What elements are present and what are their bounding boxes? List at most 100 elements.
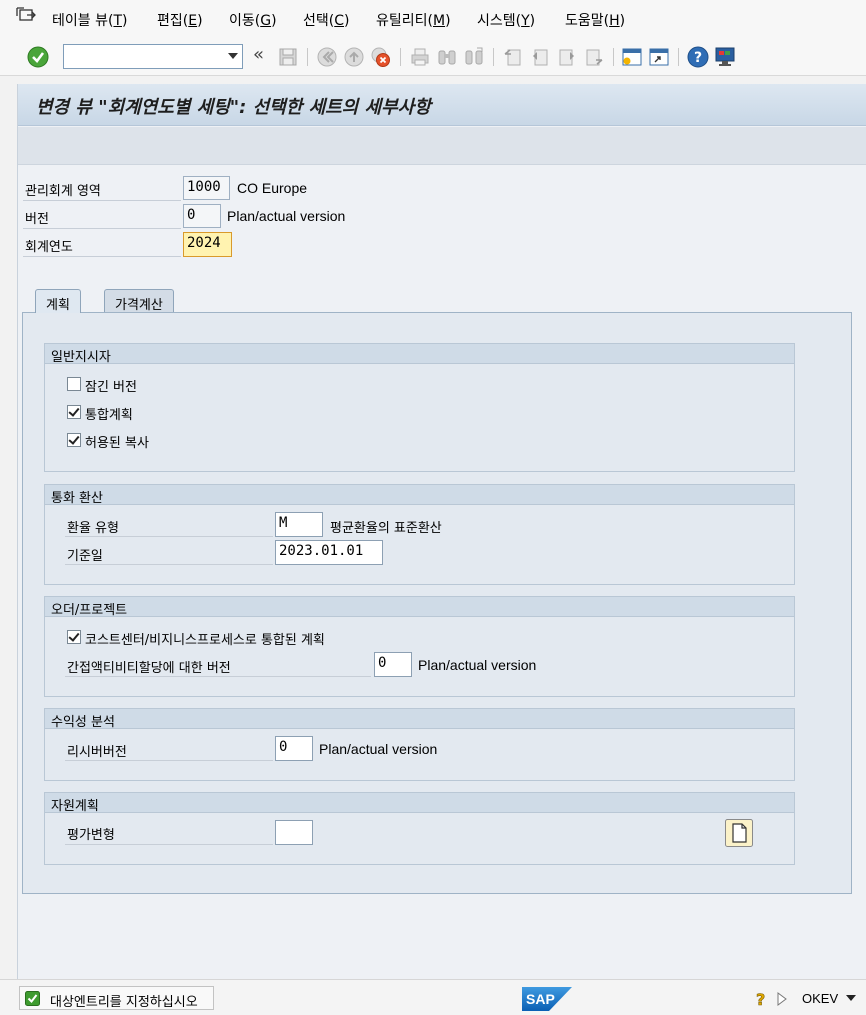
label-underline: [23, 228, 181, 229]
next-page-icon[interactable]: [556, 46, 578, 68]
label-underline: [65, 844, 273, 845]
application-toolbar: [18, 127, 866, 165]
valuation-variant-field[interactable]: [275, 820, 313, 845]
cancel-icon[interactable]: [370, 46, 392, 68]
menu-system[interactable]: 시스템(Y): [477, 10, 535, 30]
find-next-icon[interactable]: [463, 46, 485, 68]
copy-allowed-checkbox[interactable]: [67, 433, 81, 447]
label-underline: [65, 760, 273, 761]
toolbar-separator: [678, 48, 679, 66]
tab-planning[interactable]: 계획: [35, 289, 81, 313]
page-title: 변경 뷰 "회계연도별 세팅": 선택한 세트의 세부사항: [36, 97, 431, 118]
document-icon[interactable]: [725, 819, 753, 847]
locked-version-label: 잠긴 버전: [85, 380, 137, 395]
reference-date-label: 기준일: [67, 549, 103, 564]
shortcut-icon[interactable]: [648, 46, 670, 68]
valuation-variant-label: 평가변형: [67, 828, 115, 843]
system-dropdown-icon[interactable]: [846, 995, 856, 1001]
tab-content-planning: 일반지시자 잠긴 버전 통합계획 허용된 복사 통화 환산 환율 유형 M 평균…: [22, 312, 852, 894]
find-icon[interactable]: [436, 46, 458, 68]
help-key-icon[interactable]: ?: [754, 990, 770, 1008]
integrated-cost-center-checkbox[interactable]: [67, 630, 81, 644]
print-icon[interactable]: [409, 46, 431, 68]
collapse-command-icon[interactable]: «: [253, 44, 264, 65]
reference-date-field[interactable]: 2023.01.01: [275, 540, 383, 565]
copy-allowed-label: 허용된 복사: [85, 436, 149, 451]
group-currency-translation: 통화 환산 환율 유형 M 평균환율의 표준환산 기준일 2023.01.01: [44, 484, 795, 585]
command-dropdown-icon[interactable]: [228, 53, 238, 59]
group-title: 자원계획: [51, 799, 99, 814]
svg-text:?: ?: [756, 990, 765, 1008]
back-icon[interactable]: [316, 46, 338, 68]
menu-exit-icon[interactable]: [16, 6, 38, 26]
screen-area: 변경 뷰 "회계연도별 세팅": 선택한 세트의 세부사항 관리회계 영역 10…: [17, 84, 866, 979]
toolbar-separator: [400, 48, 401, 66]
group-title: 통화 환산: [51, 491, 103, 506]
status-bar: 대상엔트리를 지정하십시오 SAP ? OKEV: [0, 979, 866, 1015]
new-session-icon[interactable]: [621, 46, 643, 68]
expand-status-icon[interactable]: [776, 992, 788, 1006]
menu-goto[interactable]: 이동(G): [229, 10, 277, 30]
group-title: 오더/프로젝트: [51, 603, 128, 618]
menu-bar: 테이블 뷰(T) 편집(E) 이동(G) 선택(C) 유틸리티(M) 시스템(Y…: [0, 0, 866, 38]
command-field[interactable]: [63, 44, 243, 69]
fiscal-year-field[interactable]: 2024: [183, 232, 232, 257]
controlling-area-desc: CO Europe: [237, 180, 308, 196]
group-header: 통화 환산: [45, 485, 794, 506]
label-underline: [23, 256, 181, 257]
indirect-allocation-version-field[interactable]: 0: [374, 652, 412, 677]
exchange-rate-type-desc: 평균환율의 표준환산: [330, 521, 442, 536]
label-underline: [65, 676, 371, 677]
integrated-cost-center-label: 코스트센터/비지니스프로세스로 통합된 계획: [85, 633, 325, 648]
version-label: 버전: [25, 212, 49, 227]
menu-utilities[interactable]: 유틸리티(M): [376, 10, 451, 30]
locked-version-checkbox[interactable]: [67, 377, 81, 391]
label-underline: [23, 200, 181, 201]
group-resource-planning: 자원계획 평가변형: [44, 792, 795, 865]
exchange-rate-type-field[interactable]: M: [275, 512, 323, 537]
menu-edit[interactable]: 편집(E): [157, 10, 203, 30]
controlling-area-field[interactable]: 1000: [183, 176, 230, 200]
standard-toolbar: « ?: [0, 38, 866, 76]
integrated-planning-label: 통합계획: [85, 408, 133, 423]
status-message[interactable]: 대상엔트리를 지정하십시오: [19, 986, 214, 1010]
version-field[interactable]: 0: [183, 204, 221, 228]
menu-selection[interactable]: 선택(C): [303, 10, 349, 30]
help-icon[interactable]: ?: [687, 46, 709, 68]
group-title: 일반지시자: [51, 350, 111, 365]
group-header: 수익성 분석: [45, 709, 794, 730]
menu-table-view[interactable]: 테이블 뷰(T): [52, 10, 127, 30]
exit-icon[interactable]: [343, 46, 365, 68]
customize-layout-icon[interactable]: [714, 46, 736, 68]
success-check-icon: [25, 991, 40, 1006]
integrated-planning-checkbox[interactable]: [67, 405, 81, 419]
menu-help[interactable]: 도움말(H): [565, 10, 625, 30]
group-general-indicators: 일반지시자 잠긴 버전 통합계획 허용된 복사: [44, 343, 795, 472]
group-title: 수익성 분석: [51, 715, 115, 730]
group-header: 자원계획: [45, 793, 794, 814]
label-underline: [65, 536, 273, 537]
enter-check-icon[interactable]: [27, 46, 49, 68]
version-desc: Plan/actual version: [227, 208, 346, 224]
status-message-text: 대상엔트리를 지정하십시오: [50, 995, 198, 1010]
toolbar-separator: [493, 48, 494, 66]
sap-logo: SAP: [522, 987, 572, 1011]
receiver-version-field[interactable]: 0: [275, 736, 313, 761]
previous-page-icon[interactable]: [529, 46, 551, 68]
group-profitability-analysis: 수익성 분석 리시버버전 0 Plan/actual version: [44, 708, 795, 781]
tab-costing[interactable]: 가격계산: [104, 289, 174, 313]
exchange-rate-type-label: 환율 유형: [67, 521, 119, 536]
last-page-icon[interactable]: [583, 46, 605, 68]
receiver-version-desc: Plan/actual version: [319, 741, 438, 757]
toolbar-separator: [613, 48, 614, 66]
group-header: 일반지시자: [45, 344, 794, 365]
first-page-icon[interactable]: [502, 46, 524, 68]
save-icon[interactable]: [277, 46, 299, 68]
title-bar: 변경 뷰 "회계연도별 세팅": 선택한 세트의 세부사항: [18, 84, 866, 126]
fiscal-year-label: 회계연도: [25, 240, 73, 255]
group-header: 오더/프로젝트: [45, 597, 794, 618]
indirect-allocation-version-label: 간접액티비티할당에 대한 버전: [67, 661, 231, 676]
group-orders-projects: 오더/프로젝트 코스트센터/비지니스프로세스로 통합된 계획 간접액티비티할당에…: [44, 596, 795, 697]
receiver-version-label: 리시버버전: [67, 745, 127, 760]
toolbar-separator: [307, 48, 308, 66]
